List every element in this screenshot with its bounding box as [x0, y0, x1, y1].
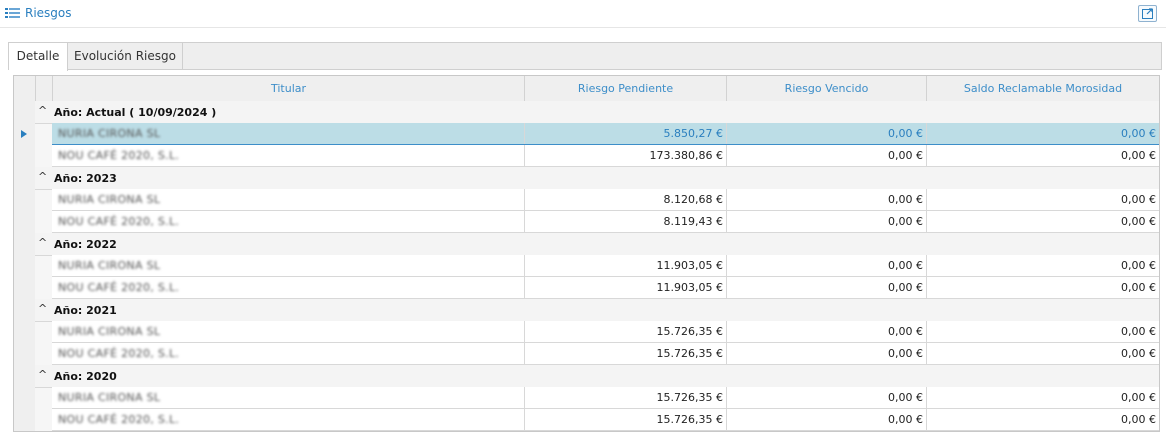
- cell-saldo-reclamable: 0,00 €: [926, 255, 1159, 276]
- group-row[interactable]: ^ Año: 2022: [35, 233, 1159, 256]
- cell-riesgo-vencido: 0,00 €: [726, 255, 926, 276]
- group-label: Año: 2020: [54, 370, 117, 383]
- cell-riesgo-vencido: 0,00 €: [726, 277, 926, 298]
- cell-titular: NURIA CIRONA SL: [52, 255, 524, 276]
- table-row[interactable]: NURIA CIRONA SL 11.903,05 €0,00 €0,00 €: [52, 255, 1159, 277]
- tab-strip: Detalle Evolución Riesgo: [8, 42, 1162, 71]
- cell-saldo-reclamable: 0,00 €: [926, 277, 1159, 298]
- column-header-saldo-reclamable[interactable]: Saldo Reclamable Morosidad: [926, 76, 1159, 101]
- chevron-up-icon[interactable]: ^: [38, 104, 47, 117]
- table-row[interactable]: NURIA CIRONA SL 15.726,35 €0,00 €0,00 €: [52, 387, 1159, 409]
- cell-titular: NOU CAFÉ 2020, S.L.: [52, 277, 524, 298]
- table-row[interactable]: NURIA CIRONA SL 15.726,35 €0,00 €0,00 €: [52, 321, 1159, 343]
- cell-riesgo-pendiente: 11.903,05 €: [524, 255, 726, 276]
- column-header-titular[interactable]: Titular: [52, 76, 524, 101]
- cell-saldo-reclamable: 0,00 €: [926, 387, 1159, 408]
- cell-titular: NURIA CIRONA SL: [52, 321, 524, 342]
- table-row[interactable]: NURIA CIRONA SL 8.120,68 €0,00 €0,00 €: [52, 189, 1159, 211]
- cell-titular: NURIA CIRONA SL: [52, 189, 524, 210]
- tab-evolucion-riesgo[interactable]: Evolución Riesgo: [68, 43, 183, 70]
- chevron-up-icon[interactable]: ^: [38, 368, 47, 381]
- titular-text: NURIA CIRONA SL: [58, 391, 161, 404]
- table-row[interactable]: NURIA CIRONA SL 5.850,27 €0,00 €0,00 €: [52, 123, 1159, 145]
- cell-titular: NOU CAFÉ 2020, S.L.: [52, 145, 524, 166]
- titular-text: NOU CAFÉ 2020, S.L.: [58, 215, 180, 228]
- titular-text: NURIA CIRONA SL: [58, 127, 161, 140]
- row-indicator-column: [14, 101, 36, 431]
- chevron-up-icon[interactable]: ^: [38, 236, 47, 249]
- cell-titular: NURIA CIRONA SL: [52, 123, 524, 144]
- cell-riesgo-pendiente: 15.726,35 €: [524, 321, 726, 342]
- panel-header: Riesgos: [0, 0, 1166, 28]
- cell-riesgo-vencido: 0,00 €: [726, 123, 926, 144]
- cell-saldo-reclamable: 0,00 €: [926, 189, 1159, 210]
- cell-saldo-reclamable: 0,00 €: [926, 211, 1159, 232]
- grid-header: Titular Riesgo Pendiente Riesgo Vencido …: [14, 76, 1159, 102]
- cell-riesgo-pendiente: 173.380,86 €: [524, 145, 726, 166]
- refresh-icon: [1142, 8, 1153, 19]
- group-label: Año: Actual ( 10/09/2024 ): [54, 106, 217, 119]
- cell-riesgo-pendiente: 8.119,43 €: [524, 211, 726, 232]
- cell-riesgo-vencido: 0,00 €: [726, 145, 926, 166]
- cell-saldo-reclamable: 0,00 €: [926, 145, 1159, 166]
- cell-saldo-reclamable: 0,00 €: [926, 123, 1159, 144]
- group-row[interactable]: ^ Año: Actual ( 10/09/2024 ): [35, 101, 1159, 124]
- cell-riesgo-pendiente: 15.726,35 €: [524, 387, 726, 408]
- cell-riesgo-vencido: 0,00 €: [726, 409, 926, 430]
- group-row[interactable]: ^ Año: 2021: [35, 299, 1159, 322]
- group-label: Año: 2022: [54, 238, 117, 251]
- group-label: Año: 2023: [54, 172, 117, 185]
- cell-riesgo-pendiente: 15.726,35 €: [524, 409, 726, 430]
- chevron-up-icon[interactable]: ^: [38, 302, 47, 315]
- group-row[interactable]: ^ Año: 2023: [35, 167, 1159, 190]
- cell-saldo-reclamable: 0,00 €: [926, 321, 1159, 342]
- group-label: Año: 2021: [54, 304, 117, 317]
- cell-saldo-reclamable: 0,00 €: [926, 343, 1159, 364]
- list-icon: [5, 7, 21, 19]
- group-row[interactable]: ^ Año: 2020: [35, 365, 1159, 388]
- refresh-button[interactable]: [1138, 5, 1157, 22]
- cell-titular: NOU CAFÉ 2020, S.L.: [52, 343, 524, 364]
- titular-text: NOU CAFÉ 2020, S.L.: [58, 347, 180, 360]
- titular-text: NOU CAFÉ 2020, S.L.: [58, 281, 180, 294]
- column-header-riesgo-vencido[interactable]: Riesgo Vencido: [726, 76, 926, 101]
- cell-riesgo-pendiente: 15.726,35 €: [524, 343, 726, 364]
- column-header-riesgo-pendiente[interactable]: Riesgo Pendiente: [524, 76, 726, 101]
- cell-riesgo-pendiente: 8.120,68 €: [524, 189, 726, 210]
- header-group-cell: [35, 76, 52, 101]
- triangle-right-icon: [21, 130, 27, 138]
- tab-detalle[interactable]: Detalle: [9, 43, 68, 71]
- titular-text: NOU CAFÉ 2020, S.L.: [58, 413, 180, 426]
- chevron-up-icon[interactable]: ^: [38, 170, 47, 183]
- risk-grid: Titular Riesgo Pendiente Riesgo Vencido …: [13, 75, 1160, 432]
- titular-text: NURIA CIRONA SL: [58, 259, 161, 272]
- cell-titular: NOU CAFÉ 2020, S.L.: [52, 211, 524, 232]
- titular-text: NURIA CIRONA SL: [58, 193, 161, 206]
- table-row[interactable]: NOU CAFÉ 2020, S.L. 11.903,05 €0,00 €0,00…: [52, 277, 1159, 299]
- cell-riesgo-vencido: 0,00 €: [726, 189, 926, 210]
- header-indicator-cell: [14, 76, 35, 101]
- cell-riesgo-pendiente: 11.903,05 €: [524, 277, 726, 298]
- cell-riesgo-vencido: 0,00 €: [726, 211, 926, 232]
- titular-text: NOU CAFÉ 2020, S.L.: [58, 149, 180, 162]
- titular-text: NURIA CIRONA SL: [58, 325, 161, 338]
- cell-saldo-reclamable: 0,00 €: [926, 409, 1159, 430]
- table-row[interactable]: NOU CAFÉ 2020, S.L. 15.726,35 €0,00 €0,00…: [52, 409, 1159, 431]
- page-title: Riesgos: [25, 6, 72, 20]
- table-row[interactable]: NOU CAFÉ 2020, S.L. 173.380,86 €0,00 €0,0…: [52, 145, 1159, 167]
- table-row[interactable]: NOU CAFÉ 2020, S.L. 8.119,43 €0,00 €0,00 …: [52, 211, 1159, 233]
- cell-titular: NOU CAFÉ 2020, S.L.: [52, 409, 524, 430]
- cell-riesgo-vencido: 0,00 €: [726, 387, 926, 408]
- table-row[interactable]: NOU CAFÉ 2020, S.L. 15.726,35 €0,00 €0,00…: [52, 343, 1159, 365]
- cell-riesgo-pendiente: 5.850,27 €: [524, 123, 726, 144]
- cell-riesgo-vencido: 0,00 €: [726, 321, 926, 342]
- cell-riesgo-vencido: 0,00 €: [726, 343, 926, 364]
- cell-titular: NURIA CIRONA SL: [52, 387, 524, 408]
